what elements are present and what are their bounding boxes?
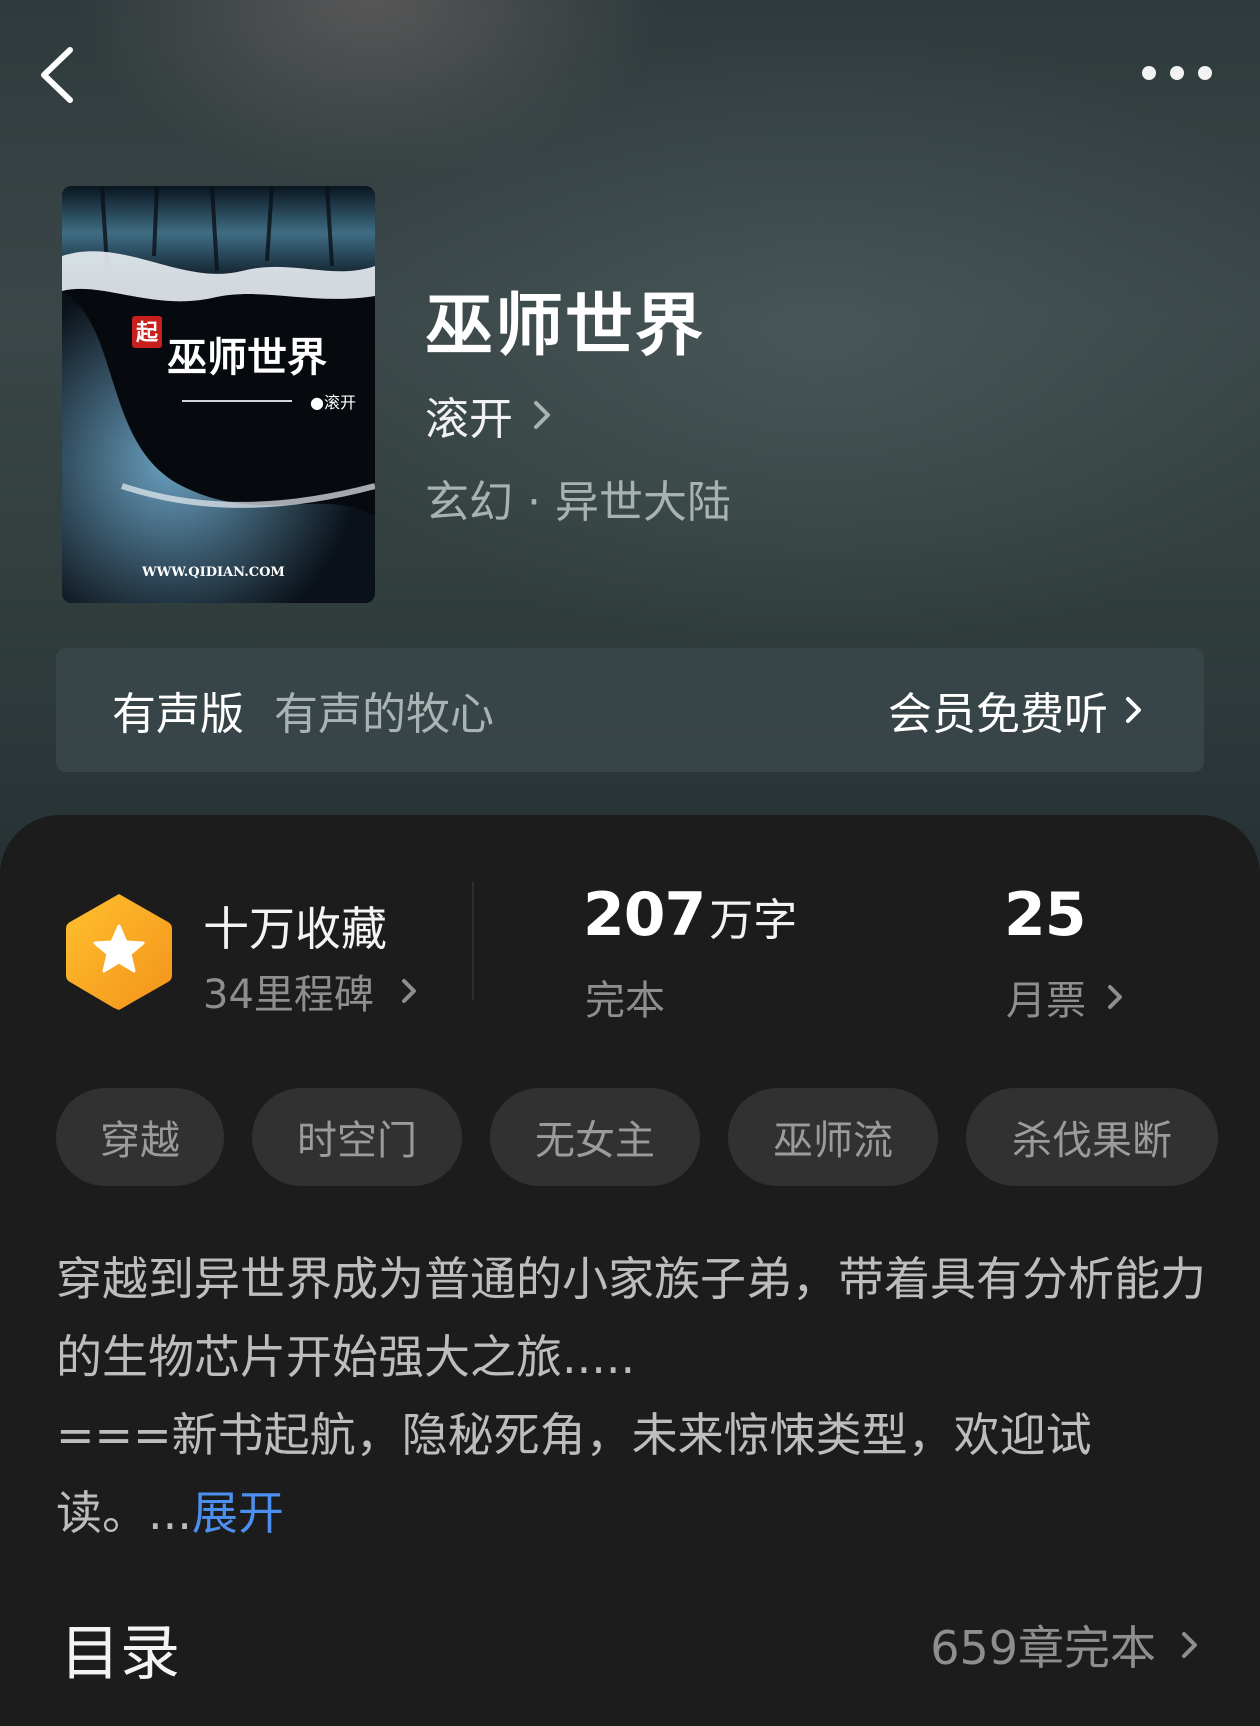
audio-narrator: 有声的牧心 [274, 689, 494, 740]
tag-chip[interactable]: 杀伐果断 [966, 1088, 1218, 1186]
book-title: 巫师世界 [425, 286, 706, 366]
audio-version-bar[interactable]: 有声版 有声的牧心 会员免费听 [56, 648, 1204, 772]
book-cover[interactable]: 起 巫师世界 ●滚开 WWW.QIDIAN.COM [62, 186, 375, 603]
toc-link[interactable]: 659章完本 [930, 1612, 1200, 1678]
toc-title[interactable]: 目录 [60, 1605, 180, 1692]
word-count-number: 207 [583, 880, 706, 950]
member-listen-link[interactable]: 会员免费听 [888, 678, 1144, 742]
tag-chip[interactable]: 穿越 [56, 1088, 224, 1186]
chevron-right-icon [401, 979, 416, 1003]
chevron-right-icon [534, 401, 550, 429]
monthly-tickets-count: 25 [1004, 880, 1086, 950]
more-dot [1170, 66, 1184, 80]
chevron-right-icon [1108, 985, 1122, 1009]
author-name: 滚开 [425, 394, 513, 445]
cover-url-text: WWW.QIDIAN.COM [141, 565, 285, 580]
expand-link[interactable]: 展开 [192, 1486, 284, 1540]
chevron-right-icon [1182, 1632, 1197, 1658]
favorites-title: 十万收藏 [203, 902, 387, 956]
monthly-tickets-link[interactable]: 月票 [1006, 968, 1124, 1026]
description-line: 穿越到异世界成为普通的小家族子弟，带着具有分析能力的生物芯片开始强大之旅....… [56, 1252, 1206, 1384]
tag-chip[interactable]: 时空门 [252, 1088, 462, 1186]
chevron-right-icon [1126, 697, 1141, 723]
book-description: 穿越到异世界成为普通的小家族子弟，带着具有分析能力的生物芯片开始强大之旅....… [56, 1240, 1206, 1552]
completion-status: 完本 [585, 978, 665, 1024]
monthly-tickets-label: 月票 [1006, 978, 1086, 1024]
milestone-link[interactable]: 34里程碑 [203, 962, 418, 1020]
back-button[interactable] [36, 40, 86, 110]
cover-art: 起 巫师世界 ●滚开 WWW.QIDIAN.COM [62, 186, 375, 603]
tag-chip[interactable]: 无女主 [490, 1088, 700, 1186]
word-count-unit: 万字 [709, 895, 798, 946]
chevron-left-icon [41, 47, 73, 103]
word-count: 207 万字 [583, 880, 797, 950]
author-link[interactable]: 滚开 [425, 383, 553, 447]
cover-title-text: 巫师世界 [167, 334, 327, 381]
member-listen-label: 会员免费听 [888, 689, 1108, 740]
more-button[interactable] [1142, 58, 1222, 88]
more-dot [1198, 66, 1212, 80]
more-dots-icon [1142, 66, 1156, 80]
stats-divider [472, 882, 474, 1000]
tag-list: 穿越 时空门 无女主 巫师流 杀伐果断 [56, 1088, 1218, 1186]
audio-label: 有声版 [112, 689, 244, 740]
star-badge-icon [62, 890, 176, 1014]
milestone-label: 34里程碑 [203, 972, 374, 1018]
chapter-count: 659章完本 [930, 1621, 1156, 1675]
cover-author-text: ●滚开 [310, 393, 356, 412]
genre-label: 玄幻 · 异世大陆 [425, 477, 731, 528]
tag-chip[interactable]: 巫师流 [728, 1088, 938, 1186]
cover-publisher-mark: 起 [135, 320, 159, 346]
description-line-2: ===新书起航，隐秘死角，未来惊悚类型，欢迎试读。...展开 [56, 1396, 1206, 1552]
